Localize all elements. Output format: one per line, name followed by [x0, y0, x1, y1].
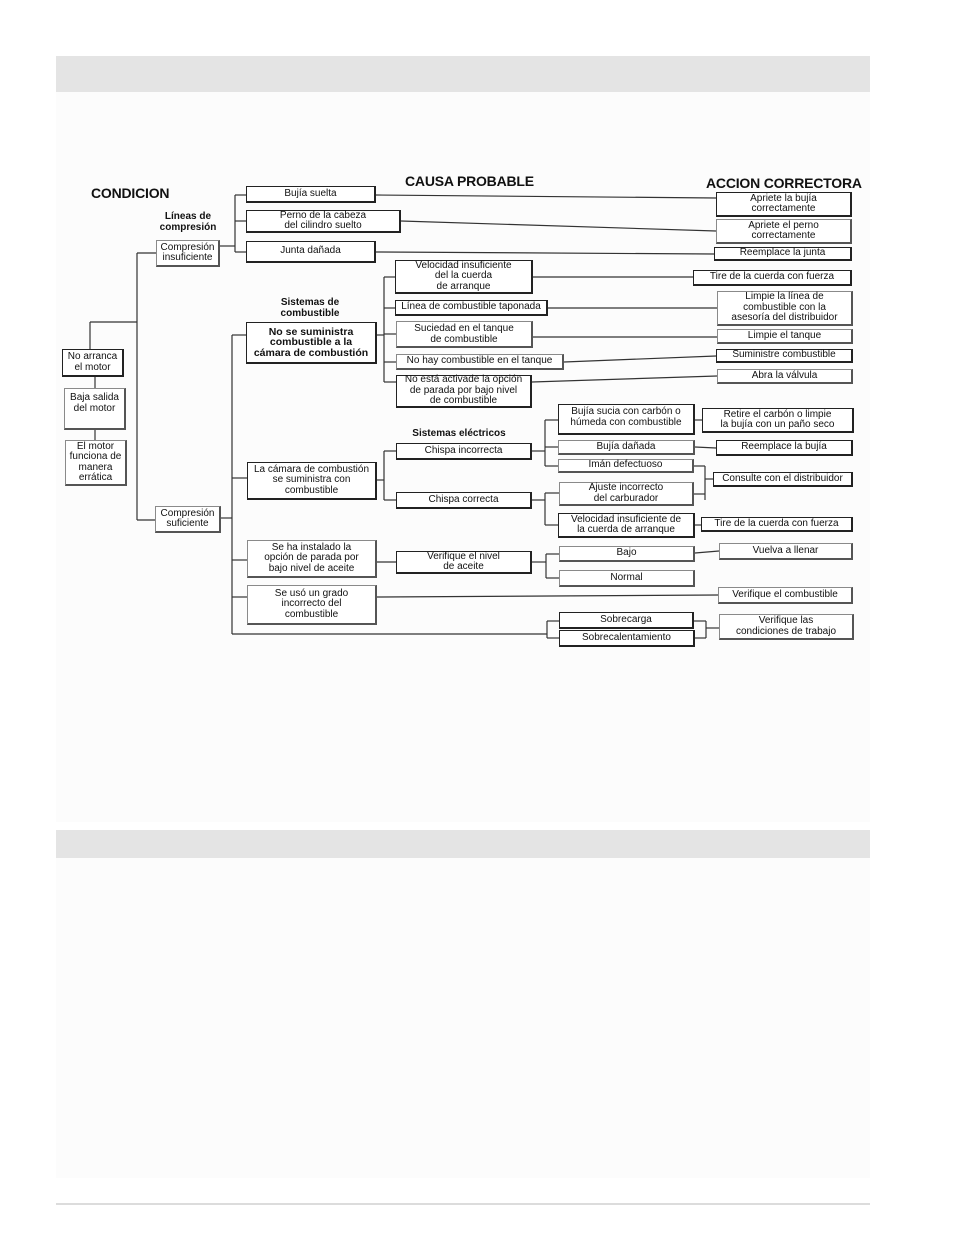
- cause-fuel-line-clogged: Línea de combustible taponada: [395, 300, 548, 316]
- cause-starter-cord-speed: Velocidad insuficiente del la cuerda de …: [395, 260, 533, 294]
- spark-incorrect: Chispa incorrecta: [396, 443, 532, 460]
- connector-line: [694, 550, 720, 554]
- action-remove-carbon: Retire el carbón o limpie la bujía con u…: [702, 408, 854, 433]
- action-tighten-spark-plug: Apriete la bujía correctamente: [716, 192, 852, 217]
- action-supply-fuel: Suministre combustible: [716, 349, 853, 363]
- oil-low: Bajo: [559, 546, 695, 562]
- cause-overload: Sobrecarga: [559, 612, 694, 629]
- action-refill-oil: Vuelva a llenar: [719, 543, 853, 560]
- connector-line: [400, 220, 717, 232]
- connector-line: [375, 194, 717, 199]
- cause-starter-cord-speed-2: Velocidad insuficiente de la cuerda de a…: [558, 513, 695, 538]
- connector-line: [531, 375, 718, 383]
- action-pull-cord-hard-2: Tire de la cuerda con fuerza: [701, 517, 853, 532]
- branch-no-fuel-supplied: No se suministra combustible a la cámara…: [246, 322, 377, 364]
- section-header-band-bottom: [56, 830, 870, 858]
- action-replace-gasket: Reemplace la junta: [714, 247, 852, 261]
- header-corrective-action: ACCION CORRECTORA: [706, 175, 862, 191]
- content-panel-bottom: [56, 858, 870, 1178]
- footer-rule: [56, 1203, 870, 1205]
- action-check-working-conditions: Verifique las condiciones de trabajo: [719, 614, 854, 640]
- header-condition: CONDICION: [91, 185, 170, 201]
- cause-fuel-shutdown-inactive: No está activade la opción de parada por…: [396, 375, 532, 408]
- header-probable-cause: CAUSA PROBABLE: [405, 173, 534, 189]
- action-tighten-bolt: Apriete el perno correctamente: [716, 219, 852, 244]
- check-oil-level: Verifique el nivel de aceite: [396, 551, 532, 574]
- action-check-fuel: Verifique el combustible: [718, 587, 853, 604]
- action-clean-fuel-line: Limpie la línea de combustible con la as…: [717, 291, 853, 326]
- action-open-valve: Abra la válvula: [717, 369, 853, 384]
- action-pull-cord-hard-1: Tire de la cuerda con fuerza: [693, 270, 852, 286]
- spark-correct: Chispa correcta: [396, 492, 532, 509]
- condition-low-output: Baja salida del motor: [64, 388, 126, 430]
- subheader-compression-lines: Líneas de compresión: [159, 211, 217, 233]
- action-clean-tank: Limpie el tanque: [717, 329, 853, 344]
- connector-line: [694, 446, 717, 449]
- condition-erratic: El motor funciona de manera errática: [65, 440, 127, 486]
- subheader-electrical-systems: Sistemas eléctricos: [412, 428, 506, 439]
- branch-low-oil-shutdown: Se ha instalado la opción de parada por …: [247, 540, 377, 578]
- branch-wrong-fuel-grade: Se usó un grado incorrecto del combustib…: [247, 585, 377, 625]
- cause-loose-spark-plug: Bujía suelta: [246, 186, 376, 203]
- troubleshooting-flowchart: CONDICION CAUSA PROBABLE ACCION CORRECTO…: [0, 0, 954, 700]
- cause-loose-cylinder-bolt: Perno de la cabeza del cilindro suelto: [246, 210, 401, 233]
- compression-insufficient: Compresión insuficiente: [156, 240, 220, 267]
- cause-damaged-spark-plug: Bujía dañada: [558, 440, 695, 455]
- cause-no-fuel: No hay combustible en el tanque: [396, 354, 564, 370]
- action-replace-spark-plug: Reemplace la bujía: [716, 440, 853, 456]
- branch-fuel-supplied: La cámara de combustión se suministra co…: [247, 462, 377, 500]
- cause-damaged-gasket: Junta dañada: [246, 241, 376, 263]
- cause-dirty-fuel-tank: Suciedad en el tanque de combustible: [396, 321, 533, 348]
- connector-line: [375, 251, 715, 255]
- oil-normal: Normal: [559, 570, 695, 587]
- subheader-fuel-systems: Sistemas de combustible: [280, 297, 340, 319]
- cause-overheat: Sobrecalentamiento: [559, 630, 695, 647]
- cause-carburetor-misadjusted: Ajuste incorrecto del carburador: [559, 482, 694, 506]
- action-consult-distributor: Consulte con el distribuidor: [713, 472, 853, 487]
- connector-line: [376, 594, 719, 598]
- compression-sufficient: Compresión suficiente: [155, 506, 221, 533]
- cause-fouled-spark-plug: Bujía sucia con carbón o húmeda con comb…: [558, 404, 695, 435]
- connector-line: [563, 355, 717, 363]
- cause-faulty-magnet: Imán defectuoso: [558, 459, 694, 473]
- condition-no-start: No arranca el motor: [62, 349, 124, 377]
